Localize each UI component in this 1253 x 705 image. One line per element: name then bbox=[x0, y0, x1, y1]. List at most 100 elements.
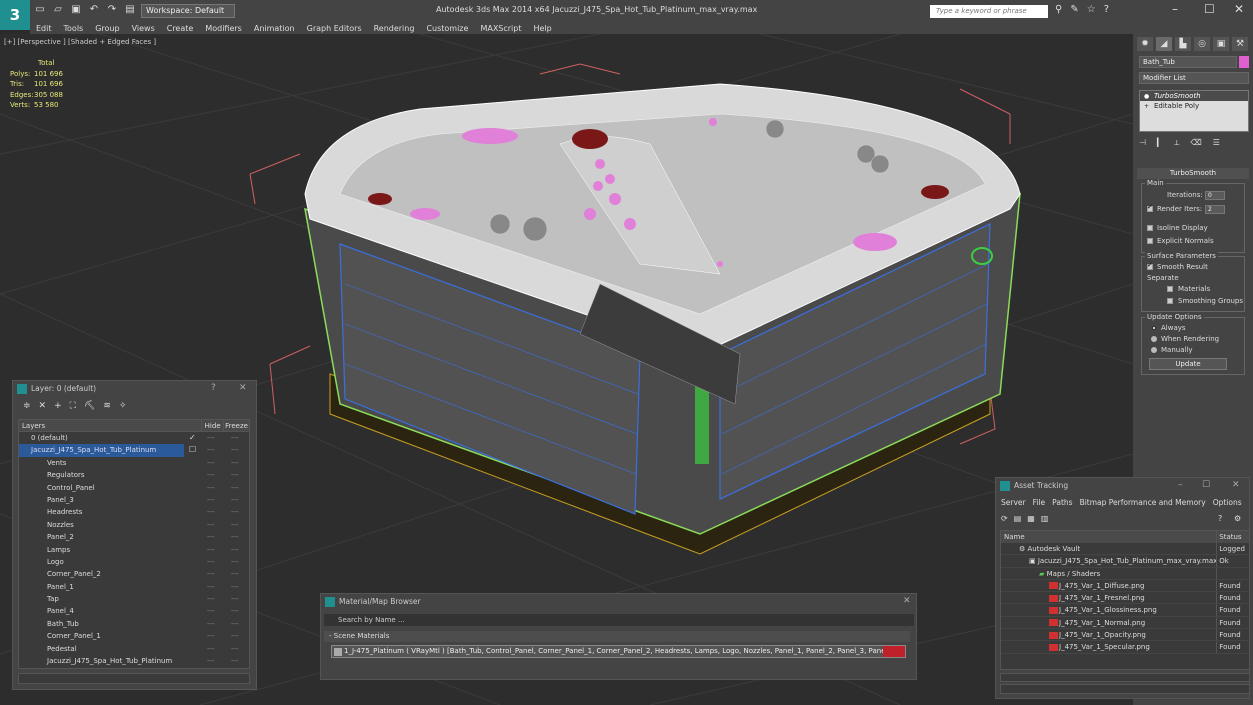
current-layer-check-icon[interactable]: ✓ bbox=[189, 432, 196, 444]
maximize-icon[interactable]: ☐ bbox=[1204, 2, 1215, 16]
hide-toggle[interactable]: --- bbox=[207, 531, 215, 543]
hide-toggle[interactable]: --- bbox=[207, 655, 215, 667]
menu-rendering[interactable]: Rendering bbox=[368, 24, 421, 33]
menu-help[interactable]: Help bbox=[528, 24, 558, 33]
hide-toggle[interactable]: --- bbox=[207, 618, 215, 630]
hide-toggle[interactable]: --- bbox=[207, 556, 215, 568]
configure-sets-icon[interactable]: ☰ bbox=[1213, 138, 1220, 148]
open-file-icon[interactable]: ▱ bbox=[52, 4, 64, 16]
material-search-input[interactable]: Search by Name ... bbox=[324, 614, 914, 626]
freeze-toggle[interactable]: --- bbox=[231, 444, 239, 456]
freeze-toggle[interactable]: --- bbox=[231, 457, 239, 469]
show-end-result-icon[interactable]: ▎ bbox=[1157, 138, 1163, 148]
freeze-toggle[interactable]: --- bbox=[231, 630, 239, 642]
hide-toggle[interactable]: --- bbox=[207, 605, 215, 617]
menu-graph-editors[interactable]: Graph Editors bbox=[301, 24, 368, 33]
name-column-header[interactable]: Name bbox=[1001, 531, 1216, 543]
freeze-toggle[interactable]: --- bbox=[231, 482, 239, 494]
layer-row[interactable]: Panel_2 --- --- bbox=[19, 531, 249, 543]
freeze-toggle[interactable]: --- bbox=[231, 568, 239, 580]
asset-tracking-titlebar[interactable]: Asset Tracking bbox=[996, 478, 1249, 494]
freeze-toggle[interactable]: --- bbox=[231, 506, 239, 518]
material-browser-titlebar[interactable]: Material/Map Browser bbox=[321, 594, 916, 610]
utilities-tab-icon[interactable]: ⚒ bbox=[1232, 37, 1248, 51]
smooth-result-checkbox[interactable] bbox=[1147, 261, 1153, 270]
layer-row[interactable]: Corner_Panel_2 --- --- bbox=[19, 568, 249, 580]
motion-tab-icon[interactable]: ◎ bbox=[1194, 37, 1210, 51]
asset-row[interactable]: ▰ Maps / Shaders bbox=[1001, 567, 1249, 580]
menu-paths[interactable]: Paths bbox=[1052, 498, 1072, 507]
layers-column-header[interactable]: Layers bbox=[19, 420, 201, 431]
smoothing-groups-checkbox[interactable] bbox=[1167, 298, 1173, 304]
hide-toggle[interactable]: --- bbox=[207, 457, 215, 469]
layer-row[interactable]: Lamps --- --- bbox=[19, 544, 249, 556]
layer-row[interactable]: Pedestal --- --- bbox=[19, 643, 249, 655]
layer-row[interactable]: Headrests --- --- bbox=[19, 506, 249, 518]
menu-bitmap-performance[interactable]: Bitmap Performance and Memory bbox=[1080, 498, 1206, 507]
menu-group[interactable]: Group bbox=[89, 24, 125, 33]
save-icon[interactable]: ▣ bbox=[70, 4, 82, 16]
hide-toggle[interactable]: --- bbox=[207, 506, 215, 518]
layer-row[interactable]: Regulators --- --- bbox=[19, 469, 249, 481]
freeze-toggle[interactable]: --- bbox=[231, 605, 239, 617]
list-view-icon[interactable]: ▤ bbox=[1014, 514, 1022, 523]
freeze-toggle[interactable]: --- bbox=[231, 531, 239, 543]
hide-all-icon[interactable]: ≋ bbox=[103, 401, 111, 411]
hide-toggle[interactable]: --- bbox=[207, 544, 215, 556]
status-column-header[interactable]: Status bbox=[1216, 531, 1249, 543]
pin-stack-icon[interactable]: ⊣ bbox=[1139, 138, 1146, 148]
menu-edit[interactable]: Edit bbox=[30, 24, 58, 33]
update-button[interactable]: Update bbox=[1149, 358, 1227, 370]
layer-row[interactable]: Logo --- --- bbox=[19, 556, 249, 568]
hide-toggle[interactable]: --- bbox=[207, 482, 215, 494]
hide-toggle[interactable]: --- bbox=[207, 581, 215, 593]
freeze-toggle[interactable]: --- bbox=[231, 655, 239, 667]
hide-toggle[interactable]: --- bbox=[207, 568, 215, 580]
layer-window-titlebar[interactable]: Layer: 0 (default) bbox=[13, 381, 256, 397]
freeze-toggle[interactable]: --- bbox=[231, 494, 239, 506]
menu-tools[interactable]: Tools bbox=[58, 24, 90, 33]
workspace-dropdown[interactable]: Workspace: Default bbox=[141, 4, 235, 18]
object-name-field[interactable]: Bath_Tub bbox=[1139, 56, 1237, 68]
hide-toggle[interactable]: --- bbox=[207, 444, 215, 456]
menu-modifiers[interactable]: Modifiers bbox=[199, 24, 248, 33]
refresh-icon[interactable]: ⟳ bbox=[1001, 514, 1008, 523]
search-input[interactable]: Type a keyword or phrase bbox=[930, 5, 1048, 18]
asset-row[interactable]: J_475_Var_1_Glossiness.png Found bbox=[1001, 604, 1249, 617]
hide-column-header[interactable]: Hide bbox=[201, 420, 223, 431]
project-folder-icon[interactable]: ▤ bbox=[124, 4, 136, 16]
create-layer-icon[interactable]: ≑ bbox=[23, 401, 31, 411]
asset-row[interactable]: J_475_Var_1_Diffuse.png Found bbox=[1001, 579, 1249, 593]
layer-row[interactable]: Bath_Tub --- --- bbox=[19, 618, 249, 630]
hide-toggle[interactable]: --- bbox=[207, 643, 215, 655]
menu-views[interactable]: Views bbox=[126, 24, 161, 33]
render-iters-checkbox[interactable] bbox=[1147, 203, 1153, 212]
hide-toggle[interactable]: --- bbox=[207, 432, 215, 444]
redo-icon[interactable]: ↷ bbox=[106, 4, 118, 16]
maximize-icon[interactable]: ☐ bbox=[1202, 480, 1210, 490]
always-radio[interactable] bbox=[1151, 325, 1157, 331]
explicit-normals-checkbox[interactable] bbox=[1147, 238, 1153, 244]
layer-row[interactable]: Panel_3 --- --- bbox=[19, 494, 249, 506]
layer-row[interactable]: 0 (default) ✓ --- --- bbox=[19, 432, 249, 444]
hierarchy-tab-icon[interactable]: ▙ bbox=[1175, 37, 1191, 51]
hide-toggle[interactable]: --- bbox=[207, 469, 215, 481]
menu-animation[interactable]: Animation bbox=[248, 24, 301, 33]
render-iters-spinner[interactable]: 2 bbox=[1205, 205, 1225, 214]
layer-row[interactable]: Panel_4 --- --- bbox=[19, 605, 249, 617]
new-file-icon[interactable]: ▭ bbox=[34, 4, 46, 16]
undo-icon[interactable]: ↶ bbox=[88, 4, 100, 16]
freeze-toggle[interactable]: --- bbox=[231, 556, 239, 568]
remove-modifier-icon[interactable]: ⌫ bbox=[1190, 138, 1201, 148]
help-icon[interactable]: ? bbox=[1218, 514, 1222, 523]
minimize-icon[interactable]: – bbox=[1178, 480, 1183, 490]
stack-item-editable-poly[interactable]: + Editable Poly bbox=[1140, 101, 1248, 111]
freeze-toggle[interactable]: --- bbox=[231, 544, 239, 556]
make-unique-icon[interactable]: ⟂ bbox=[1174, 138, 1179, 148]
hide-toggle[interactable]: --- bbox=[207, 630, 215, 642]
modifier-list-dropdown[interactable]: Modifier List bbox=[1139, 72, 1249, 84]
menu-server[interactable]: Server bbox=[1001, 498, 1026, 507]
asset-row[interactable]: ▣ Jacuzzi_J475_Spa_Hot_Tub_Platinum_max_… bbox=[1001, 555, 1249, 568]
binoculars-icon[interactable]: ⚲ bbox=[1055, 4, 1062, 15]
hide-toggle[interactable]: --- bbox=[207, 494, 215, 506]
